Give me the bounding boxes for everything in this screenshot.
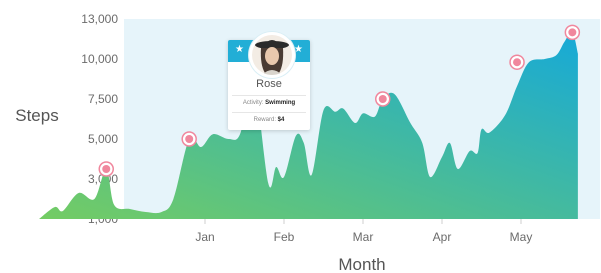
x-axis-ticks: Jan Feb Mar Apr May: [195, 219, 532, 244]
y-tick-label: 5,000: [88, 132, 118, 146]
data-marker-dot: [378, 95, 387, 103]
x-tick-label: Feb: [274, 230, 295, 244]
tooltip-activity: Activity: Swimming: [228, 100, 310, 106]
y-axis-title: Steps: [15, 106, 58, 125]
x-tick-label: Mar: [353, 230, 374, 244]
y-tick-label: 13,000: [81, 12, 118, 26]
x-tick-label: May: [510, 230, 533, 244]
star-icon: ★: [235, 44, 244, 55]
divider: [232, 95, 306, 96]
activity-value: Swimming: [265, 100, 296, 106]
x-axis-title: Month: [338, 255, 385, 273]
star-icon: ★: [294, 44, 303, 55]
data-marker-dot: [513, 58, 522, 67]
divider: [232, 112, 306, 113]
avatar-photo: [252, 35, 292, 75]
data-marker-dot: [568, 28, 577, 37]
y-tick-label: 7,500: [88, 92, 118, 106]
tooltip-card: ★ ★ Rose Activity: Swimming Reward: $4: [228, 32, 310, 130]
x-tick-label: Jan: [195, 230, 214, 244]
data-marker-dot: [185, 135, 194, 143]
reward-value: $4: [277, 117, 285, 123]
avatar: [249, 32, 295, 78]
activity-label: Activity:: [242, 100, 264, 106]
y-tick-label: 10,000: [81, 52, 118, 66]
reward-label: Reward:: [253, 117, 276, 123]
tooltip-name: Rose: [256, 78, 282, 90]
tooltip-reward: Reward: $4: [228, 117, 310, 123]
steps-chart: 1,0003,0005,0007,50010,00013,000 JanFebM…: [0, 0, 601, 273]
data-marker-dot: [102, 165, 111, 173]
x-tick-label: Apr: [433, 230, 452, 244]
